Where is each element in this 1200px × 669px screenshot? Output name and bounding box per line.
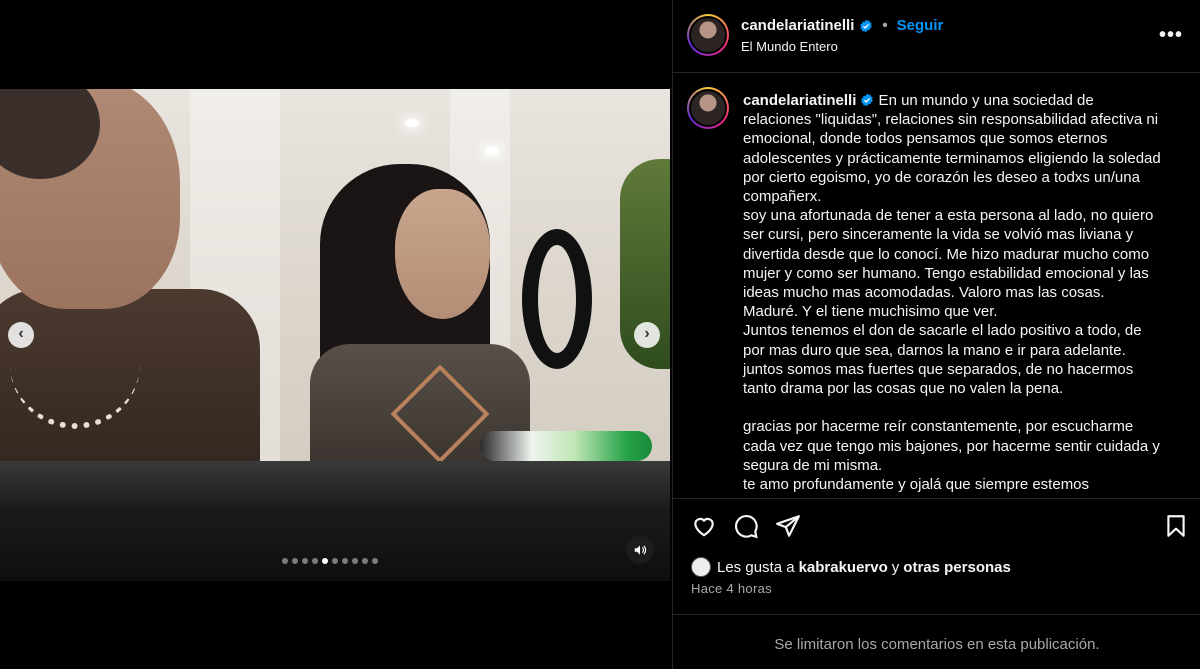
carousel-dot — [362, 558, 368, 564]
location-link[interactable]: El Mundo Entero — [741, 39, 838, 54]
carousel-dot — [282, 558, 288, 564]
chevron-right-icon[interactable]: › — [634, 322, 660, 348]
actions-bar: Les gusta a kabrakuervo y otras personas… — [673, 498, 1200, 669]
carousel-dots — [282, 558, 378, 564]
post-panel: candelariatinelli • Seguir El Mundo Ente… — [672, 0, 1200, 669]
chevron-left-icon[interactable]: ‹ — [8, 322, 34, 348]
username-link[interactable]: candelariatinelli — [741, 17, 854, 34]
carousel-dot — [342, 558, 348, 564]
liker-username[interactable]: kabrakuervo — [799, 559, 888, 576]
carousel-dot — [312, 558, 318, 564]
caption-area: candelariatinelli En un mundo y una soci… — [673, 74, 1200, 498]
likes-prefix: Les gusta a — [717, 558, 795, 576]
caption-username[interactable]: candelariatinelli — [743, 92, 856, 109]
person-left — [0, 89, 260, 499]
likes-summary: Les gusta a kabrakuervo y otras personas — [691, 557, 1011, 577]
header-user-row: candelariatinelli • Seguir — [741, 17, 943, 34]
liker-avatar[interactable] — [691, 557, 711, 577]
share-icon[interactable] — [775, 513, 801, 539]
ceiling-light — [485, 147, 499, 155]
comment-icon[interactable] — [733, 513, 759, 539]
verified-icon — [860, 19, 873, 32]
ceiling-light — [405, 119, 419, 127]
follow-button[interactable]: Seguir — [897, 17, 944, 34]
separator-dot: • — [882, 17, 888, 34]
verified-icon — [861, 93, 874, 107]
carousel-dot — [372, 558, 378, 564]
caption-avatar[interactable] — [687, 87, 729, 129]
heart-icon[interactable] — [691, 513, 717, 539]
post-header: candelariatinelli • Seguir El Mundo Ente… — [673, 0, 1200, 73]
more-icon[interactable]: ••• — [1159, 24, 1183, 47]
vape-object — [480, 431, 652, 461]
comments-limited-note: Se limitaron los comentarios en esta pub… — [673, 614, 1200, 669]
caption-text: candelariatinelli En un mundo y una soci… — [743, 91, 1163, 494]
carousel-dot — [352, 558, 358, 564]
carousel-dot — [332, 558, 338, 564]
carousel-dot — [292, 558, 298, 564]
speaker-icon[interactable] — [626, 536, 654, 564]
caption-body: En un mundo y una sociedad de relaciones… — [743, 92, 1161, 494]
carousel-dot — [322, 558, 328, 564]
avatar[interactable] — [687, 14, 729, 56]
carousel-dot — [302, 558, 308, 564]
media-area: ‹ › — [0, 0, 672, 669]
post-timestamp[interactable]: Hace 4 horas — [691, 581, 772, 596]
bookmark-icon[interactable] — [1163, 513, 1189, 539]
post-image[interactable] — [0, 89, 670, 581]
likes-others-link[interactable]: otras personas — [903, 559, 1011, 576]
likes-conjunction: y — [891, 558, 900, 576]
